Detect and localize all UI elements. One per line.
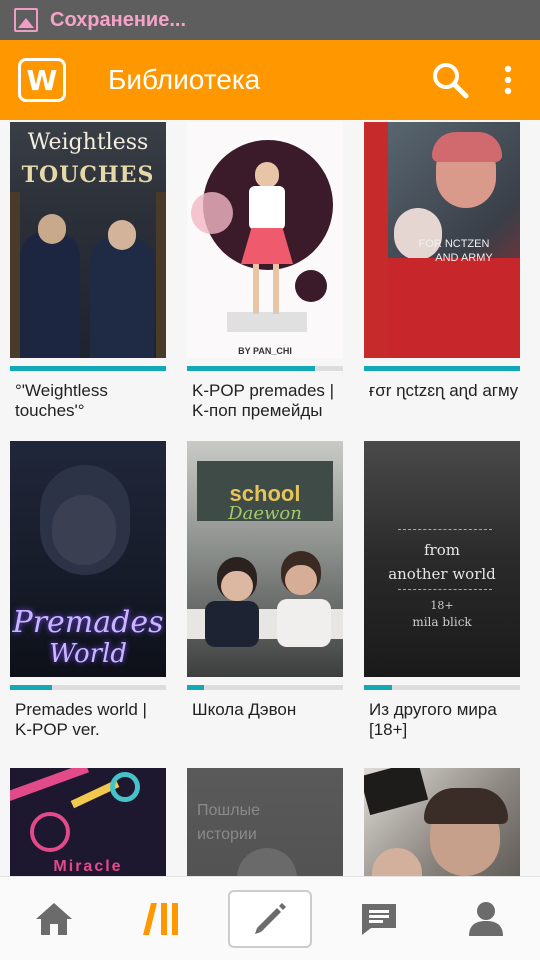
status-bar: Сохранение... — [0, 0, 540, 40]
reading-progress — [10, 366, 166, 371]
cover-text: FOR NCTZEN — [418, 238, 490, 250]
story-cover[interactable] — [364, 768, 520, 876]
reading-progress — [187, 366, 343, 371]
story-title: ғσr ɳctzɛɳ aɳd aгмy — [369, 381, 519, 400]
cover-text: TOUCHES — [21, 162, 155, 188]
more-vert-icon — [504, 65, 512, 95]
story-card[interactable]: Miracle — [10, 768, 166, 876]
nav-messages[interactable] — [339, 889, 419, 949]
messages-icon — [362, 903, 397, 935]
cover-text: Miracle — [53, 858, 123, 875]
cover-text: another world — [388, 565, 496, 583]
cover-text: Weightless — [27, 130, 149, 155]
story-cover[interactable]: school Daewon — [187, 441, 343, 677]
cover-text: AND ARMY — [435, 252, 493, 264]
search-button[interactable] — [426, 56, 474, 104]
nav-profile[interactable] — [446, 889, 526, 949]
overflow-menu-button[interactable] — [492, 56, 524, 104]
reading-progress — [10, 685, 166, 690]
nav-library[interactable] — [121, 889, 201, 949]
library-icon — [142, 902, 178, 935]
story-card[interactable]: school Daewon Школа Дэвон — [187, 441, 343, 720]
reading-progress — [187, 685, 343, 690]
profile-icon — [469, 901, 504, 936]
cover-text: World — [49, 639, 127, 669]
logo-letter: W — [26, 63, 58, 97]
cover-text: 18+ — [430, 599, 454, 612]
story-cover[interactable]: BY PAN_CHI — [187, 122, 343, 358]
story-card[interactable]: Premades World Premades world | K-POP ve… — [10, 441, 166, 740]
wattpad-logo[interactable]: W — [18, 58, 66, 102]
story-title: Из другого мира [18+] — [369, 700, 497, 739]
cover-text: from — [424, 541, 460, 559]
story-card[interactable]: Weightless TOUCHES °'Weightless touches'… — [10, 122, 166, 421]
status-text: Сохранение... — [50, 8, 186, 31]
cover-text: Пошлые — [197, 802, 260, 819]
app-bar: W Библиотека — [0, 40, 540, 120]
reading-progress — [364, 685, 520, 690]
story-card[interactable]: BY PAN_CHI K-POP premades | K-поп премей… — [187, 122, 343, 421]
story-title: Школа Дэвон — [192, 700, 297, 719]
search-icon — [433, 63, 469, 99]
nav-write[interactable] — [227, 889, 312, 948]
story-cover[interactable]: Miracle — [10, 768, 166, 876]
cover-text: BY PAN_CHI — [238, 346, 292, 356]
story-card[interactable]: Пошлые истории — [187, 768, 343, 876]
home-icon — [35, 902, 72, 935]
story-card[interactable]: FOR NCTZEN AND ARMY ғσr ɳctzɛɳ aɳd aгмy — [364, 122, 520, 401]
story-card[interactable] — [364, 768, 520, 876]
story-title: Premades world | K-POP ver. — [15, 700, 147, 739]
reading-progress — [364, 366, 520, 371]
story-cover[interactable]: FOR NCTZEN AND ARMY — [364, 122, 520, 358]
cover-text: mila blick — [412, 615, 472, 629]
story-cover[interactable]: from another world 18+ mila blick — [364, 441, 520, 677]
story-card[interactable]: from another world 18+ mila blick Из дру… — [364, 441, 520, 740]
page-title: Библиотека — [108, 64, 261, 95]
nav-home[interactable] — [14, 889, 94, 949]
story-cover[interactable]: Пошлые истории — [187, 768, 343, 876]
story-cover[interactable]: Premades World — [10, 441, 166, 677]
story-title: °'Weightless touches'° — [15, 381, 108, 420]
library-grid: Weightless TOUCHES °'Weightless touches'… — [0, 120, 540, 876]
cover-text: Daewon — [228, 503, 302, 524]
cover-text: Premades — [12, 605, 164, 640]
pencil-icon — [254, 902, 286, 934]
image-icon — [14, 8, 38, 32]
cover-text: истории — [197, 826, 257, 843]
story-title: K-POP premades | K-поп премейды — [192, 381, 335, 420]
bottom-navigation — [0, 876, 540, 960]
story-cover[interactable]: Weightless TOUCHES — [10, 122, 166, 358]
